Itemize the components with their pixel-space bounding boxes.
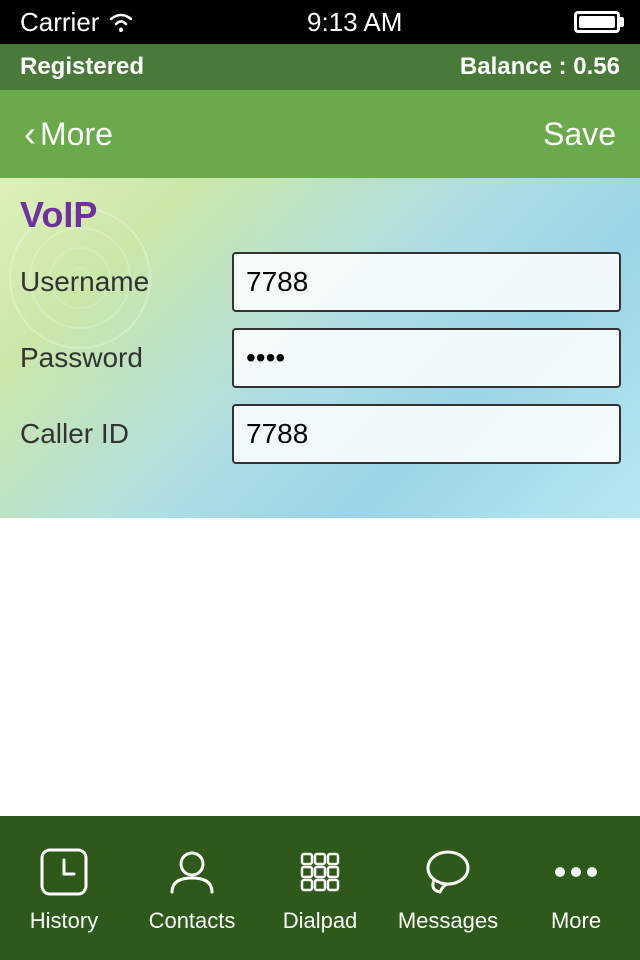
registration-bar: Registered Balance : 0.56 [0,44,640,90]
balance-display: Balance : 0.56 [460,53,620,81]
tab-dialpad-label: Dialpad [283,908,358,934]
tab-dialpad[interactable]: Dialpad [256,842,384,934]
carrier-label: Carrier [20,7,99,38]
battery-indicator [574,11,620,33]
password-row: Password [0,320,640,396]
callerid-input[interactable] [232,404,621,464]
tab-more[interactable]: More [512,842,640,934]
password-input[interactable] [232,328,621,388]
callerid-label: Caller ID [20,418,220,450]
tab-more-label: More [551,908,601,934]
more-icon [546,842,606,902]
callerid-row: Caller ID [0,396,640,472]
back-label: More [40,116,113,153]
username-row: Username [0,244,640,320]
back-chevron-icon: ‹ [24,116,36,152]
username-label: Username [20,266,220,298]
tab-history[interactable]: History [0,842,128,934]
status-time: 9:13 AM [307,7,402,38]
contacts-icon [162,842,222,902]
tab-contacts-label: Contacts [149,908,236,934]
navigation-bar: ‹ More Save [0,90,640,178]
tab-messages[interactable]: Messages [384,842,512,934]
tab-bar: History Contacts Dialpad [0,816,640,960]
back-button[interactable]: ‹ More [24,116,113,153]
tab-history-label: History [30,908,98,934]
registration-status: Registered [20,53,144,81]
messages-icon [418,842,478,902]
status-bar: Carrier 9:13 AM [0,0,640,44]
save-button[interactable]: Save [543,116,616,153]
voip-section-label: VoIP [0,194,640,236]
wifi-icon [107,11,135,33]
dialpad-icon [290,842,350,902]
password-label: Password [20,342,220,374]
tab-messages-label: Messages [398,908,498,934]
username-input[interactable] [232,252,621,312]
account-form: VoIP Username Password Caller ID [0,178,640,472]
history-icon [34,842,94,902]
main-content: VoIP Username Password Caller ID [0,178,640,820]
tab-contacts[interactable]: Contacts [128,842,256,934]
carrier-wifi: Carrier [20,7,135,38]
